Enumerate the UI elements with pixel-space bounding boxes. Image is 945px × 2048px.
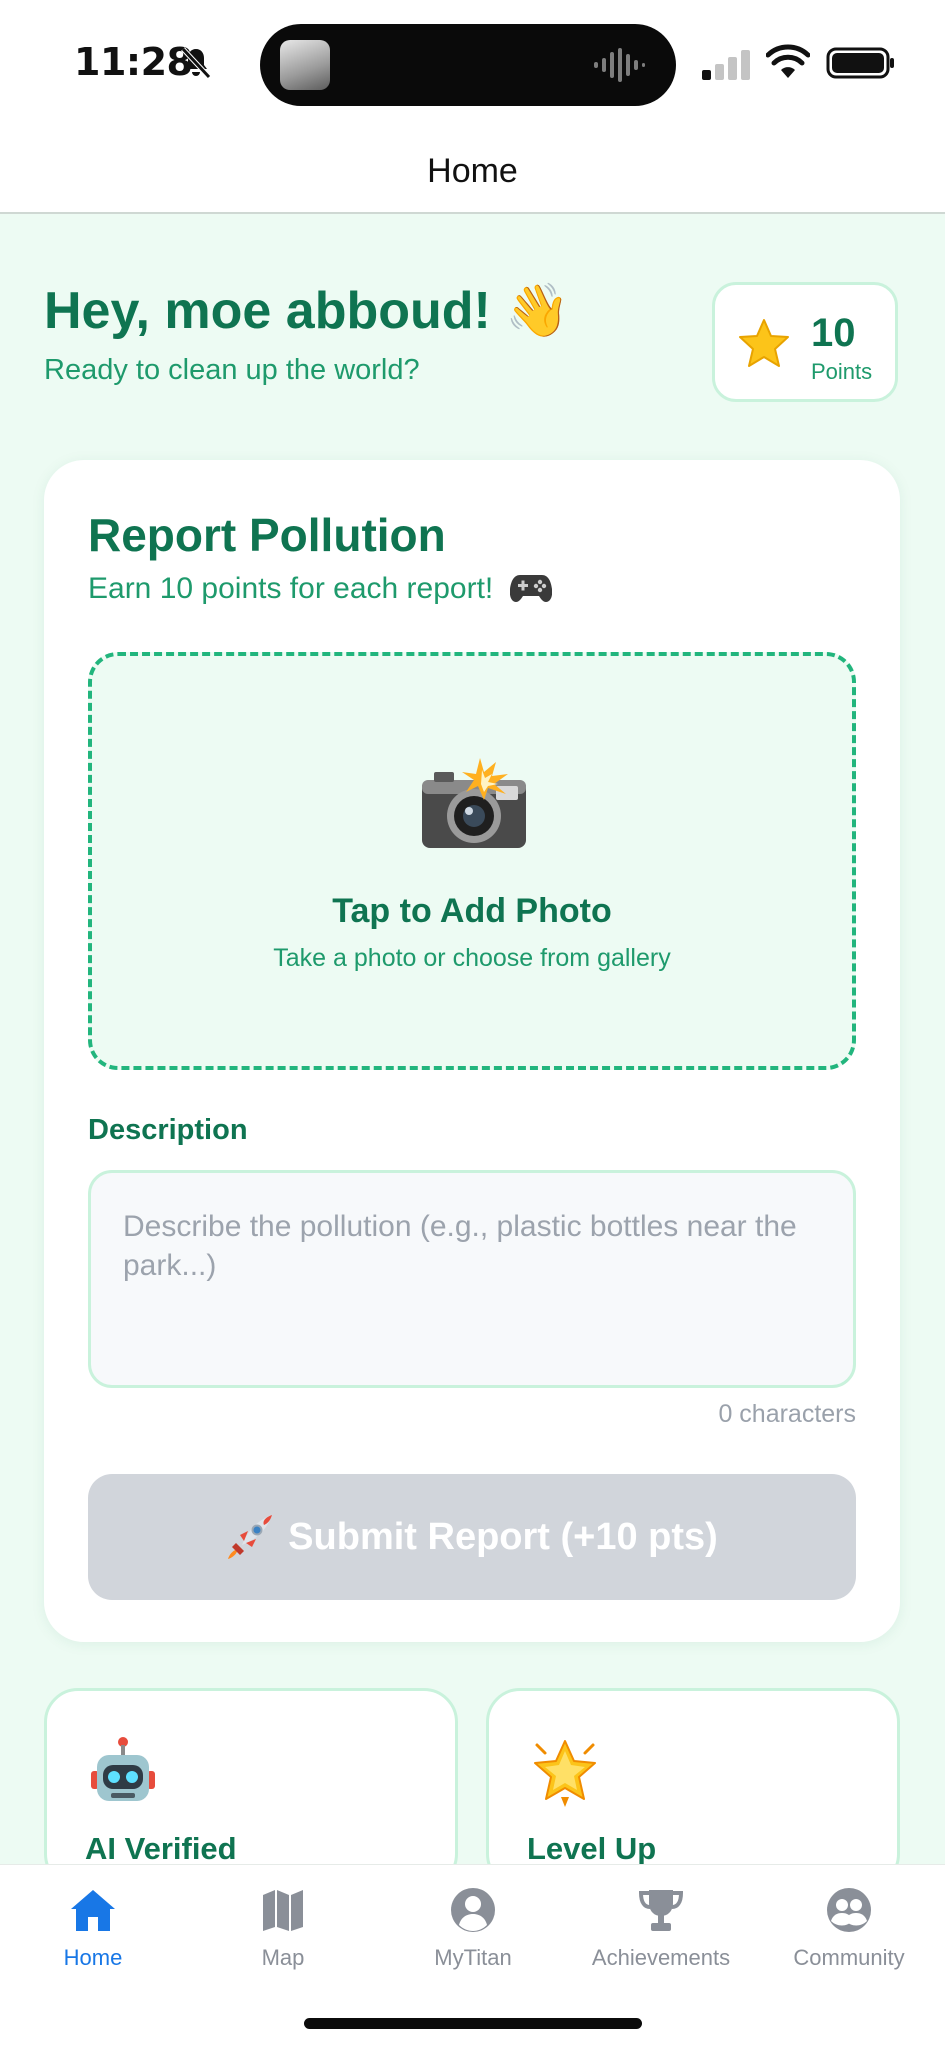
feature-card-ai-verified[interactable]: AI Verified [44,1688,458,1888]
add-photo-subtitle: Take a photo or choose from gallery [273,944,671,972]
report-pollution-card: Report Pollution Earn 10 points for each… [44,460,900,1642]
report-subtitle: Earn 10 points for each report! [88,572,552,606]
audio-waveform-icon [594,48,645,82]
glowing-star-icon [534,1740,596,1807]
greeting-subtitle: Ready to clean up the world? [44,354,420,386]
rocket-icon [228,1515,273,1559]
robot-icon [91,1737,155,1801]
points-label: Points [811,359,873,384]
feature-title: Level Up [527,1831,657,1866]
tab-mytitan[interactable]: MyTitan [378,1887,568,1977]
tab-label: Achievements [591,1945,731,1970]
report-title: Report Pollution [88,509,446,561]
home-indicator[interactable] [304,2018,642,2029]
feature-title: AI Verified [85,1831,237,1866]
description-label: Description [88,1114,248,1146]
report-subtitle-text: Earn 10 points for each report! [88,572,494,605]
points-value: 10 [811,311,856,355]
dynamic-island[interactable] [260,24,676,106]
nav-header: Home [0,128,945,214]
trophy-icon [638,1890,684,1931]
tab-label: Map [261,1945,305,1970]
house-icon [71,1890,115,1931]
tab-community[interactable]: Community [754,1887,944,1977]
status-time: 11:28 [74,40,193,84]
tab-achievements[interactable]: Achievements [566,1887,756,1977]
points-badge[interactable]: 10 Points [712,282,898,402]
greeting-title: Hey, moe abboud! 👋 [44,282,571,340]
bell-slash-icon [181,47,211,79]
description-placeholder: Describe the pollution (e.g., plastic bo… [123,1210,797,1282]
submit-report-label: Submit Report (+10 pts) [288,1515,718,1558]
status-bar: 11:28 [0,0,945,128]
add-photo-title: Tap to Add Photo [332,892,612,930]
submit-report-button[interactable]: Submit Report (+10 pts) [88,1474,856,1600]
cellular-signal-icon [702,50,750,80]
map-icon [263,1890,303,1931]
character-count: 0 characters [718,1400,856,1428]
community-icon [827,1888,871,1932]
tab-label: Community [793,1945,905,1970]
gamepad-icon [509,575,552,602]
tab-label: MyTitan [434,1945,512,1970]
camera-flash-icon [422,758,526,848]
description-input[interactable]: Describe the pollution (e.g., plastic bo… [88,1170,856,1388]
tab-label: Home [63,1945,123,1970]
star-icon [739,319,789,367]
wifi-icon [766,44,810,78]
battery-icon [826,47,894,79]
tab-map[interactable]: Map [188,1887,378,1977]
tab-home[interactable]: Home [0,1887,188,1977]
feature-card-level-up[interactable]: Level Up [486,1688,900,1888]
person-icon [451,1888,495,1932]
media-thumbnail [280,40,330,90]
page-title: Home [427,152,518,190]
add-photo-dropzone[interactable]: Tap to Add Photo Take a photo or choose … [88,652,856,1070]
